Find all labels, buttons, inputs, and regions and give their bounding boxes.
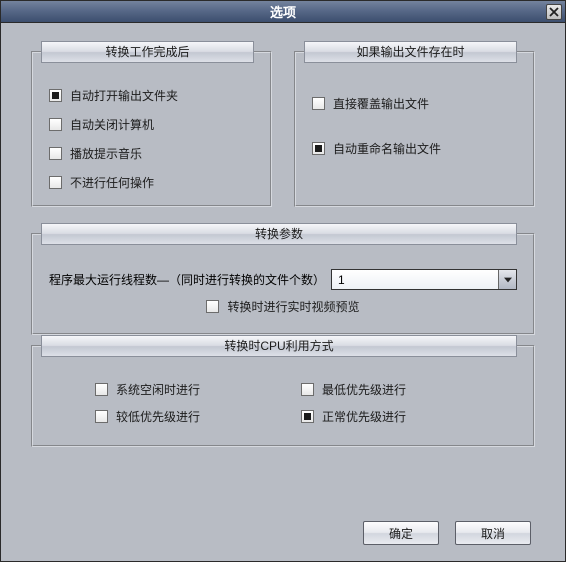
group-cpu-mode: 转换时CPU利用方式 系统空闲时进行 最低优先级进行 较低优先级进行 正常优先级… [31, 335, 535, 447]
titlebar: 选项 [1, 1, 565, 23]
threads-select[interactable]: 1 [331, 269, 517, 290]
checkbox-icon [95, 383, 108, 396]
opt-label: 自动打开输出文件夹 [70, 87, 178, 104]
opt-label: 自动关闭计算机 [70, 116, 154, 133]
checkbox-icon [49, 118, 62, 131]
opt-cpu-lowest[interactable]: 最低优先级进行 [301, 381, 471, 398]
checkbox-icon [95, 410, 108, 423]
threads-value: 1 [332, 273, 345, 287]
group-after-convert-legend: 转换工作完成后 [41, 41, 254, 63]
cancel-button[interactable]: 取消 [455, 521, 531, 545]
dialog-buttons: 确定 取消 [363, 521, 531, 545]
close-button[interactable] [546, 4, 562, 20]
opt-label: 自动重命名输出文件 [333, 140, 441, 157]
client-area: 转换工作完成后 自动打开输出文件夹 自动关闭计算机 播放提示音乐 不进行任何操作 [1, 23, 565, 561]
checkbox-icon [206, 300, 219, 313]
opt-realtime-preview[interactable]: 转换时进行实时视频预览 [206, 298, 359, 315]
opt-open-output-folder[interactable]: 自动打开输出文件夹 [49, 87, 254, 104]
group-convert-params: 转换参数 程序最大运行线程数—（同时进行转换的文件个数） 1 转换时进行实时视频… [31, 223, 535, 335]
group-convert-params-legend: 转换参数 [41, 223, 517, 245]
opt-label: 最低优先级进行 [322, 381, 406, 398]
opt-label: 直接覆盖输出文件 [333, 95, 429, 112]
opt-cpu-lower[interactable]: 较低优先级进行 [95, 408, 265, 425]
checkbox-icon [312, 97, 325, 110]
opt-shutdown-computer[interactable]: 自动关闭计算机 [49, 116, 254, 133]
window-title: 选项 [270, 2, 296, 21]
group-cpu-mode-legend: 转换时CPU利用方式 [41, 335, 517, 357]
checkbox-icon [49, 176, 62, 189]
group-output-exists: 如果输出文件存在时 直接覆盖输出文件 自动重命名输出文件 [294, 41, 535, 207]
checkbox-icon [301, 410, 314, 423]
ok-button[interactable]: 确定 [363, 521, 439, 545]
opt-cpu-normal[interactable]: 正常优先级进行 [301, 408, 471, 425]
options-window: 选项 转换工作完成后 自动打开输出文件夹 自动关闭计算机 [0, 0, 566, 562]
opt-cpu-idle[interactable]: 系统空闲时进行 [95, 381, 265, 398]
opt-label: 较低优先级进行 [116, 408, 200, 425]
opt-rename-output[interactable]: 自动重命名输出文件 [312, 140, 517, 157]
checkbox-icon [49, 147, 62, 160]
opt-label: 播放提示音乐 [70, 145, 142, 162]
opt-label: 系统空闲时进行 [116, 381, 200, 398]
checkbox-icon [301, 383, 314, 396]
opt-label: 不进行任何操作 [70, 174, 154, 191]
opt-label: 正常优先级进行 [322, 408, 406, 425]
opt-label: 转换时进行实时视频预览 [227, 298, 359, 315]
checkbox-icon [312, 142, 325, 155]
group-output-exists-legend: 如果输出文件存在时 [304, 41, 517, 63]
opt-do-nothing[interactable]: 不进行任何操作 [49, 174, 254, 191]
opt-play-sound[interactable]: 播放提示音乐 [49, 145, 254, 162]
opt-overwrite-output[interactable]: 直接覆盖输出文件 [312, 95, 517, 112]
checkbox-icon [49, 89, 62, 102]
chevron-down-icon [498, 270, 516, 289]
group-after-convert: 转换工作完成后 自动打开输出文件夹 自动关闭计算机 播放提示音乐 不进行任何操作 [31, 41, 272, 207]
close-icon [549, 7, 559, 17]
threads-label: 程序最大运行线程数—（同时进行转换的文件个数） [49, 271, 325, 288]
